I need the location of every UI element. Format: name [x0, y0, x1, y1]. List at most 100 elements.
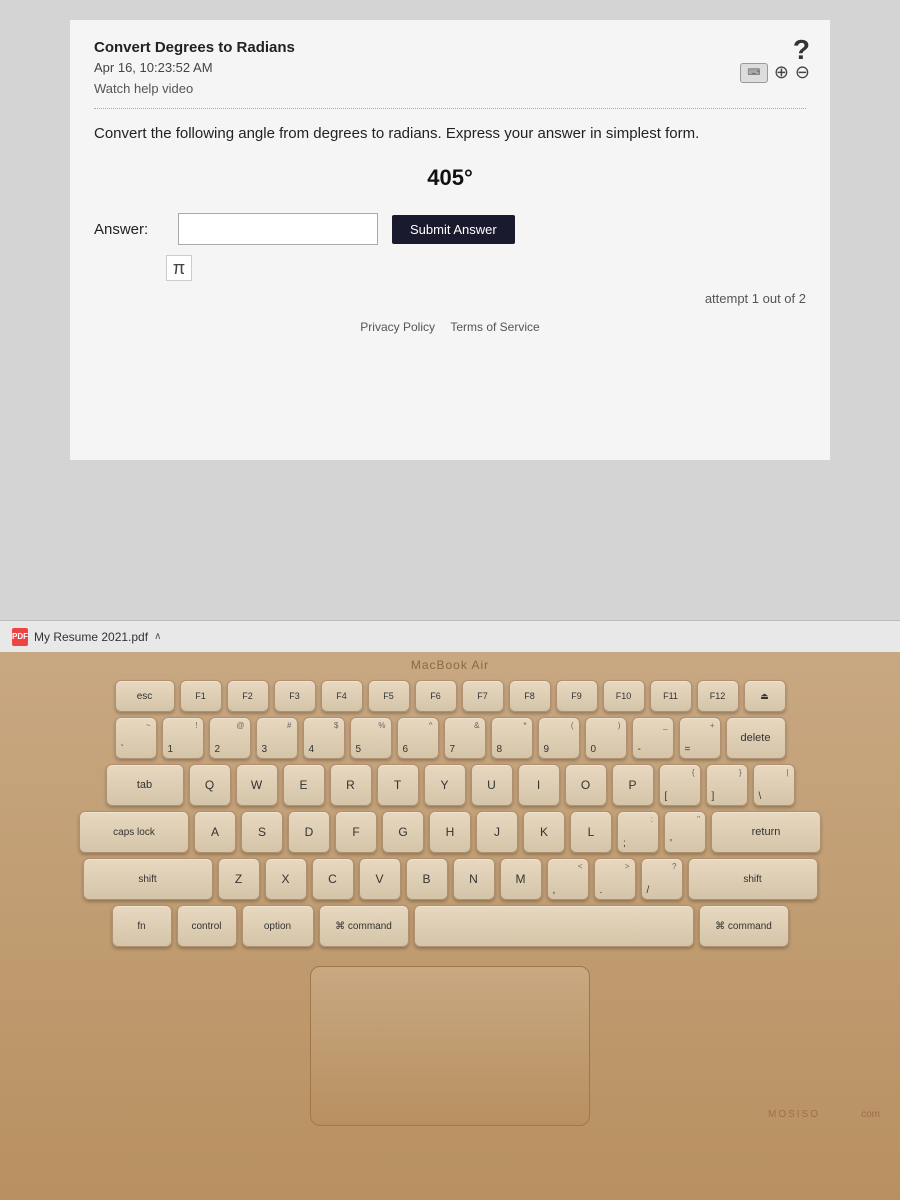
key-f1[interactable]: F1	[180, 680, 222, 712]
keyboard-icons: ⌨ ⊕ ⊖	[740, 62, 810, 83]
zxcv-row: shift Z X C V B N M <, >. ?/ shift	[40, 858, 860, 900]
key-bracket-open[interactable]: {[	[659, 764, 701, 806]
key-f9[interactable]: F9	[556, 680, 598, 712]
key-control[interactable]: control	[177, 905, 237, 947]
keyboard-icon: ⌨	[740, 63, 768, 83]
key-f10[interactable]: F10	[603, 680, 645, 712]
key-n[interactable]: N	[453, 858, 495, 900]
key-period[interactable]: >.	[594, 858, 636, 900]
key-quote[interactable]: "'	[664, 811, 706, 853]
key-1[interactable]: !1	[162, 717, 204, 759]
key-fn[interactable]: fn	[112, 905, 172, 947]
watch-help-video-link[interactable]: Watch help video	[94, 81, 193, 96]
macbook-body: MacBook Air esc F1 F2 F3 F4 F5 F6 F7 F8 …	[0, 652, 900, 1200]
key-minus[interactable]: _-	[632, 717, 674, 759]
pdf-download[interactable]: PDF My Resume 2021.pdf ∧	[12, 628, 161, 646]
chevron-icon[interactable]: ∧	[154, 631, 161, 642]
key-x[interactable]: X	[265, 858, 307, 900]
key-space[interactable]	[414, 905, 694, 947]
key-5[interactable]: %5	[350, 717, 392, 759]
key-k[interactable]: K	[523, 811, 565, 853]
key-bracket-close[interactable]: }]	[706, 764, 748, 806]
key-v[interactable]: V	[359, 858, 401, 900]
submit-button[interactable]: Submit Answer	[392, 215, 515, 244]
key-a[interactable]: A	[194, 811, 236, 853]
key-shift-left[interactable]: shift	[83, 858, 213, 900]
answer-input[interactable]	[178, 213, 378, 245]
key-f5[interactable]: F5	[368, 680, 410, 712]
key-j[interactable]: J	[476, 811, 518, 853]
key-y[interactable]: Y	[424, 764, 466, 806]
key-6[interactable]: ^6	[397, 717, 439, 759]
key-f2[interactable]: F2	[227, 680, 269, 712]
key-backtick[interactable]: ~`	[115, 717, 157, 759]
terms-link[interactable]: Terms of Service	[450, 320, 539, 334]
key-u[interactable]: U	[471, 764, 513, 806]
qwerty-row: tab Q W E R T Y U I O P {[ }] |\	[40, 764, 860, 806]
key-d[interactable]: D	[288, 811, 330, 853]
key-return[interactable]: return	[711, 811, 821, 853]
zoom-out-icon[interactable]: ⊖	[795, 62, 810, 83]
key-command-left[interactable]: ⌘ command	[319, 905, 409, 947]
key-s[interactable]: S	[241, 811, 283, 853]
key-i[interactable]: I	[518, 764, 560, 806]
key-e[interactable]: E	[283, 764, 325, 806]
bottom-row: fn control option ⌘ command ⌘ command	[40, 905, 860, 947]
key-shift-right[interactable]: shift	[688, 858, 818, 900]
key-h[interactable]: H	[429, 811, 471, 853]
key-o[interactable]: O	[565, 764, 607, 806]
key-semicolon[interactable]: :;	[617, 811, 659, 853]
key-z[interactable]: Z	[218, 858, 260, 900]
key-comma[interactable]: <,	[547, 858, 589, 900]
key-8[interactable]: *8	[491, 717, 533, 759]
key-4[interactable]: $4	[303, 717, 345, 759]
key-2[interactable]: @2	[209, 717, 251, 759]
key-l[interactable]: L	[570, 811, 612, 853]
key-f11[interactable]: F11	[650, 680, 692, 712]
attempt-text: attempt 1 out of 2	[94, 291, 806, 306]
key-slash[interactable]: ?/	[641, 858, 683, 900]
key-command-right[interactable]: ⌘ command	[699, 905, 789, 947]
key-m[interactable]: M	[500, 858, 542, 900]
browser-content: ? ⌨ ⊕ ⊖ Convert Degrees to Radians Apr 1…	[70, 20, 830, 460]
key-f12[interactable]: F12	[697, 680, 739, 712]
zoom-in-icon[interactable]: ⊕	[774, 62, 789, 83]
key-c[interactable]: C	[312, 858, 354, 900]
key-f6[interactable]: F6	[415, 680, 457, 712]
keyboard: esc F1 F2 F3 F4 F5 F6 F7 F8 F9 F10 F11 F…	[40, 680, 860, 952]
footer-links: Privacy Policy Terms of Service	[94, 320, 806, 334]
key-f8[interactable]: F8	[509, 680, 551, 712]
key-0[interactable]: )0	[585, 717, 627, 759]
key-t[interactable]: T	[377, 764, 419, 806]
pi-button[interactable]: π	[166, 255, 192, 281]
key-3[interactable]: #3	[256, 717, 298, 759]
key-option-left[interactable]: option	[242, 905, 314, 947]
key-esc[interactable]: esc	[115, 680, 175, 712]
key-tab[interactable]: tab	[106, 764, 184, 806]
key-w[interactable]: W	[236, 764, 278, 806]
key-f[interactable]: F	[335, 811, 377, 853]
key-backslash[interactable]: |\	[753, 764, 795, 806]
privacy-link[interactable]: Privacy Policy	[360, 320, 435, 334]
key-equals[interactable]: +=	[679, 717, 721, 759]
key-delete[interactable]: delete	[726, 717, 786, 759]
key-power[interactable]: ⏏	[744, 680, 786, 712]
key-f7[interactable]: F7	[462, 680, 504, 712]
key-r[interactable]: R	[330, 764, 372, 806]
pdf-icon: PDF	[12, 628, 28, 646]
key-f3[interactable]: F3	[274, 680, 316, 712]
key-g[interactable]: G	[382, 811, 424, 853]
key-p[interactable]: P	[612, 764, 654, 806]
trackpad[interactable]	[310, 966, 590, 1126]
key-9[interactable]: (9	[538, 717, 580, 759]
problem-date: Apr 16, 10:23:52 AM	[94, 60, 806, 75]
answer-label: Answer:	[94, 221, 164, 238]
key-b[interactable]: B	[406, 858, 448, 900]
key-q[interactable]: Q	[189, 764, 231, 806]
key-7[interactable]: &7	[444, 717, 486, 759]
fn-row: esc F1 F2 F3 F4 F5 F6 F7 F8 F9 F10 F11 F…	[40, 680, 860, 712]
screen: ? ⌨ ⊕ ⊖ Convert Degrees to Radians Apr 1…	[0, 0, 900, 620]
key-f4[interactable]: F4	[321, 680, 363, 712]
macbook-label: MacBook Air	[411, 658, 489, 672]
key-caps[interactable]: caps lock	[79, 811, 189, 853]
